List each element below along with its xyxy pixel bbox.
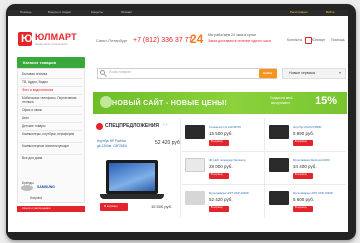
catalog-item-office[interactable]: Офис и связь	[22, 108, 42, 112]
brand-logo-icon[interactable]	[21, 185, 33, 191]
product-name[interactable]: Телевизор LG 42LN570V	[209, 126, 241, 129]
topnav-credits[interactable]: Кредиты	[91, 11, 103, 14]
product-price: 5 990 руб.	[293, 131, 315, 136]
services-dropdown-label: Новые сервисы	[289, 71, 316, 75]
catalog-item-components[interactable]: Компьютерные комплектующие	[22, 144, 80, 149]
divider	[20, 94, 82, 95]
promo-line-2: Заказ доставим в течение одного часа	[208, 39, 271, 43]
divider	[20, 106, 82, 107]
banner-title: НОВЫЙ САЙТ - НОВЫЕ ЦЕНЫ!	[112, 100, 228, 107]
catalog-item-mobile[interactable]: Мобильные телефоны, Портативная техника	[22, 96, 80, 104]
featured-add-to-cart-label: В корзину	[104, 204, 118, 208]
catalog-item-home[interactable]: Все для дома	[22, 156, 42, 160]
chevron-down-icon: ▾	[339, 70, 342, 75]
brand-hotpoint[interactable]: Hotpoint	[30, 196, 42, 200]
product-price: 52 420 руб.	[209, 197, 233, 202]
add-to-cart-label: В корзину	[211, 140, 223, 143]
product-name[interactable]: Мультиварка UNIT USP-1030D	[209, 192, 249, 195]
product-price: 15 500 руб.	[209, 131, 233, 136]
ulmart-link[interactable]: Юлмарт	[312, 38, 325, 43]
laptop-base-image	[100, 194, 164, 199]
divider	[180, 118, 181, 218]
product-name[interactable]: Мультиварка UNIT USP-1030D	[293, 192, 333, 195]
product-name[interactable]: Ноутбук ASUS K55DR	[293, 126, 322, 129]
catalog-item-kids[interactable]: Детские товары	[22, 124, 45, 128]
product-price: 28 000 руб.	[209, 164, 233, 169]
product-price: 34 400 руб.	[293, 164, 317, 169]
product-name[interactable]: Мультиварка Redmond RMC	[293, 159, 330, 162]
search-button-label: Найти	[263, 71, 272, 75]
city-selector[interactable]: Санкт-Петербург	[96, 39, 127, 43]
laptop-screen-image	[109, 163, 155, 191]
add-to-cart-label: В корзину	[295, 173, 307, 176]
divider	[20, 78, 82, 79]
brand-samsung[interactable]: SAMSUNG	[37, 185, 55, 190]
catalog-item-photo[interactable]: Фото и видеотехника	[22, 88, 53, 92]
banner-percent: 15%	[315, 95, 338, 107]
add-to-cart-label: В корзину	[295, 140, 307, 143]
product-image[interactable]	[269, 158, 289, 172]
24h-badge-icon: 24	[190, 32, 204, 46]
featured-product-model[interactable]: g6-1304er, C8F08EA	[97, 144, 127, 148]
catalog-item-appliances[interactable]: Бытовая техника	[22, 72, 47, 76]
promo-line-1: Мы работаем 24 часа в сутки	[208, 33, 256, 37]
logo-text[interactable]: ЮЛМАРТ	[35, 33, 77, 42]
sales-link-label: Акции и распродажи	[22, 206, 51, 210]
login-link[interactable]: Войти	[326, 11, 334, 14]
featured-product-price: 52 420 руб.	[155, 140, 182, 146]
add-to-cart-label: В корзину	[211, 173, 223, 176]
special-offers-icon	[96, 123, 103, 130]
divider	[20, 154, 82, 155]
product-image[interactable]	[185, 125, 205, 139]
featured-product-name[interactable]: Ноутбук HP Pavilion	[97, 139, 126, 143]
carousel-arrows-icon[interactable]: ‹ ›	[163, 123, 168, 128]
contacts-link[interactable]: Контакты	[287, 38, 302, 43]
divider	[20, 142, 82, 143]
divider	[20, 122, 82, 123]
logo-subtitle: Цифровой гипермаркет	[35, 42, 68, 46]
catalog-item-computers[interactable]: Компьютеры, ноутбуки, периферия	[22, 132, 80, 137]
logo-mark-letter: Ю	[21, 33, 33, 45]
divider	[182, 151, 346, 152]
product-price: 5 600 руб.	[293, 197, 315, 202]
product-image[interactable]	[269, 191, 289, 205]
add-to-cart-label: В корзину	[295, 206, 307, 209]
divider	[264, 118, 265, 218]
product-image[interactable]	[185, 158, 205, 172]
product-image[interactable]	[185, 191, 205, 205]
search-placeholder: Поиск товаров	[109, 70, 131, 74]
featured-price-secondary: 15 500 руб.	[151, 204, 172, 209]
topnav-ulmart[interactable]: Юлмарт	[121, 11, 132, 14]
ulmart-icon	[305, 37, 312, 44]
help-link[interactable]: Помощь	[331, 38, 345, 43]
divider	[20, 130, 82, 131]
banner-sub-1: Скидки на весь	[270, 96, 293, 100]
add-to-cart-label: В корзину	[211, 206, 223, 209]
product-image[interactable]	[269, 125, 289, 139]
divider	[20, 114, 82, 115]
browser-screen: Помощь Бонусы и скидки Кредиты Юлмарт Ре…	[8, 10, 348, 232]
phone-number: +7 (812) 336 37 77	[133, 37, 193, 44]
topnav-bonuses[interactable]: Бонусы и скидки	[48, 11, 71, 14]
topnav-help[interactable]: Помощь	[20, 11, 32, 14]
catalog-item-tv[interactable]: ТВ, Аудио, Видео	[22, 80, 48, 84]
special-offers-title: СПЕЦПРЕДЛОЖЕНИЯ	[105, 123, 160, 129]
catalog-button-label: Каталог товаров	[23, 60, 56, 65]
product-name[interactable]: 3D LED телевизор Samsung	[209, 159, 245, 162]
divider	[182, 184, 346, 185]
divider	[20, 86, 82, 87]
catalog-item-auto[interactable]: Авто	[22, 116, 29, 120]
banner-sub-2: ассортимент	[271, 101, 290, 105]
banner-decor-icon	[100, 96, 112, 108]
register-link[interactable]: Регистрация	[290, 11, 308, 14]
